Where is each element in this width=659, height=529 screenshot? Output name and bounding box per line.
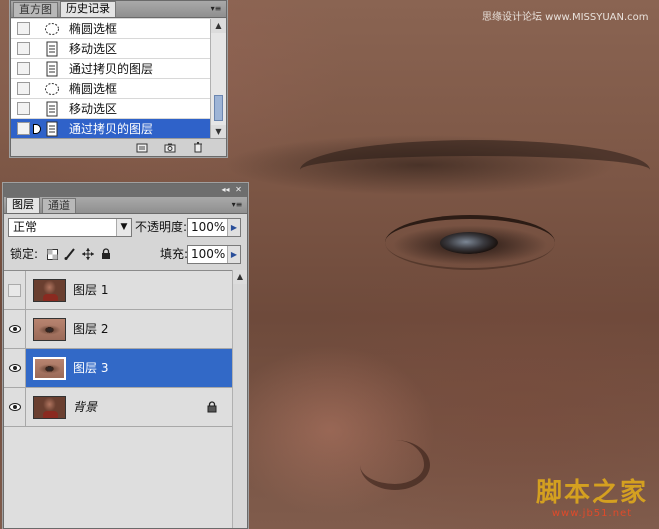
history-item-label: 椭圆选框 [69,82,118,96]
eyebrow-shape [300,140,650,200]
layer-name: 图层 2 [73,322,109,336]
eye-icon [8,403,21,411]
panel-menu-icon[interactable]: ▾≡ [209,3,223,15]
history-item-label: 通过拷贝的图层 [69,62,154,76]
history-item[interactable]: 通过拷贝的图层 [11,59,211,79]
visibility-off-box [8,283,21,297]
layer-thumbnail [33,318,66,341]
lock-icon [207,401,219,413]
nose-shape [360,440,430,490]
layer-thumbnail [33,396,66,419]
history-panel-tabs: 直方图 历史记录 ▾≡ [11,1,226,18]
scroll-up-icon[interactable]: ▲ [211,19,226,33]
collapse-icon[interactable]: ◂◂ [220,185,231,195]
blend-opacity-row: 正常 ▼ 不透明度: 100% ▶ [4,216,247,240]
history-item[interactable]: 椭圆选框 [11,79,211,99]
lock-transparent-icon[interactable] [46,248,58,260]
history-source-checkbox[interactable] [17,42,30,55]
history-panel: 直方图 历史记录 ▾≡ 椭圆选框 移动选区 通过拷贝的图层 椭圆选框 移动选区 … [10,0,227,157]
history-item[interactable]: 移动选区 [11,99,211,119]
history-item-selected[interactable]: 通过拷贝的图层 [11,119,211,139]
history-list: 椭圆选框 移动选区 通过拷贝的图层 椭圆选框 移动选区 通过拷贝的图层 [11,19,211,139]
history-item-label: 通过拷贝的图层 [69,122,154,136]
opacity-input[interactable]: 100% ▶ [187,218,241,237]
layers-panel-tabs: 图层 通道 ▾≡ [4,197,247,214]
lock-image-icon[interactable] [64,248,76,260]
history-item-label: 移动选区 [69,42,118,56]
history-source-checkbox[interactable] [17,122,30,135]
ellipse-marquee-icon [43,81,61,97]
tab-history[interactable]: 历史记录 [60,1,116,17]
chevron-down-icon[interactable]: ▼ [116,219,131,236]
opacity-value: 100% [191,220,226,234]
new-document-from-state-icon[interactable] [136,143,148,153]
layers-titlebar[interactable]: ◂◂ ✕ [4,184,247,197]
tab-channels[interactable]: 通道 [42,198,76,213]
layers-panel: ◂◂ ✕ 图层 通道 ▾≡ 正常 ▼ 不透明度: 100% ▶ 锁定: 填充: … [3,183,248,529]
scroll-up-icon[interactable]: ▲ [233,270,247,284]
tab-histogram[interactable]: 直方图 [13,2,58,17]
history-state-icon [43,101,61,117]
ellipse-marquee-icon [43,21,61,37]
history-state-icon [43,121,61,137]
camera-snapshot-icon[interactable] [164,143,176,153]
blend-mode-select[interactable]: 正常 ▼ [8,218,132,237]
layer-row[interactable]: 图层 1 [4,271,233,310]
eye-icon [8,364,21,372]
lock-fill-row: 锁定: 填充: 100% ▶ [4,243,247,267]
history-state-icon [43,61,61,77]
eye-iris-shape [440,232,498,254]
fill-label: 填充: [160,247,189,261]
layer-name: 背景 [73,400,98,414]
scroll-thumb[interactable] [214,95,223,121]
history-source-checkbox[interactable] [17,82,30,95]
eye-icon [8,325,21,333]
lock-label: 锁定: [10,247,39,261]
layer-thumbnail [33,279,66,302]
layer-row-background[interactable]: 背景 [4,388,233,427]
lock-position-icon[interactable] [82,248,94,260]
history-source-checkbox[interactable] [17,102,30,115]
history-item-label: 椭圆选框 [69,22,118,36]
tab-layers[interactable]: 图层 [6,197,40,213]
watermark-top: 思缘设计论坛 www.MISSYUAN.com [482,12,649,23]
trash-icon[interactable] [192,142,204,153]
layer-name: 图层 3 [73,361,109,375]
lock-all-icon[interactable] [100,248,112,260]
visibility-toggle[interactable] [4,349,26,387]
layer-row[interactable]: 图层 2 [4,310,233,349]
watermark-bottom: 脚本之家 www.jb51.net [528,478,656,519]
history-state-icon [43,41,61,57]
layer-row-selected[interactable]: 图层 3 [4,349,233,388]
scroll-down-icon[interactable]: ▼ [211,125,226,139]
layer-thumbnail [33,357,66,380]
opacity-label: 不透明度: [135,220,188,234]
visibility-toggle[interactable] [4,388,26,426]
visibility-toggle[interactable] [4,310,26,348]
blend-mode-value: 正常 [13,220,38,234]
history-item[interactable]: 移动选区 [11,39,211,59]
history-source-checkbox[interactable] [17,62,30,75]
history-footer [11,138,226,156]
history-item[interactable]: 椭圆选框 [11,19,211,39]
fill-input[interactable]: 100% ▶ [187,245,241,264]
visibility-toggle[interactable] [4,271,26,309]
layer-name: 图层 1 [73,283,109,297]
watermark-logo-text: 脚本之家 [535,478,648,508]
opacity-slider-icon[interactable]: ▶ [227,219,240,236]
layers-scrollbar[interactable]: ▲ [232,270,247,528]
layer-list: 图层 1 图层 2 图层 3 背景 [4,270,233,528]
fill-slider-icon[interactable]: ▶ [227,246,240,263]
watermark-url: www.jb51.net [551,508,633,519]
history-item-label: 移动选区 [69,102,118,116]
history-scrollbar[interactable]: ▲ ▼ [210,19,226,139]
history-state-slider-icon[interactable] [33,124,41,134]
history-source-checkbox[interactable] [17,22,30,35]
panel-menu-icon[interactable]: ▾≡ [230,199,244,211]
close-icon[interactable]: ✕ [233,185,244,195]
fill-value: 100% [191,247,226,261]
